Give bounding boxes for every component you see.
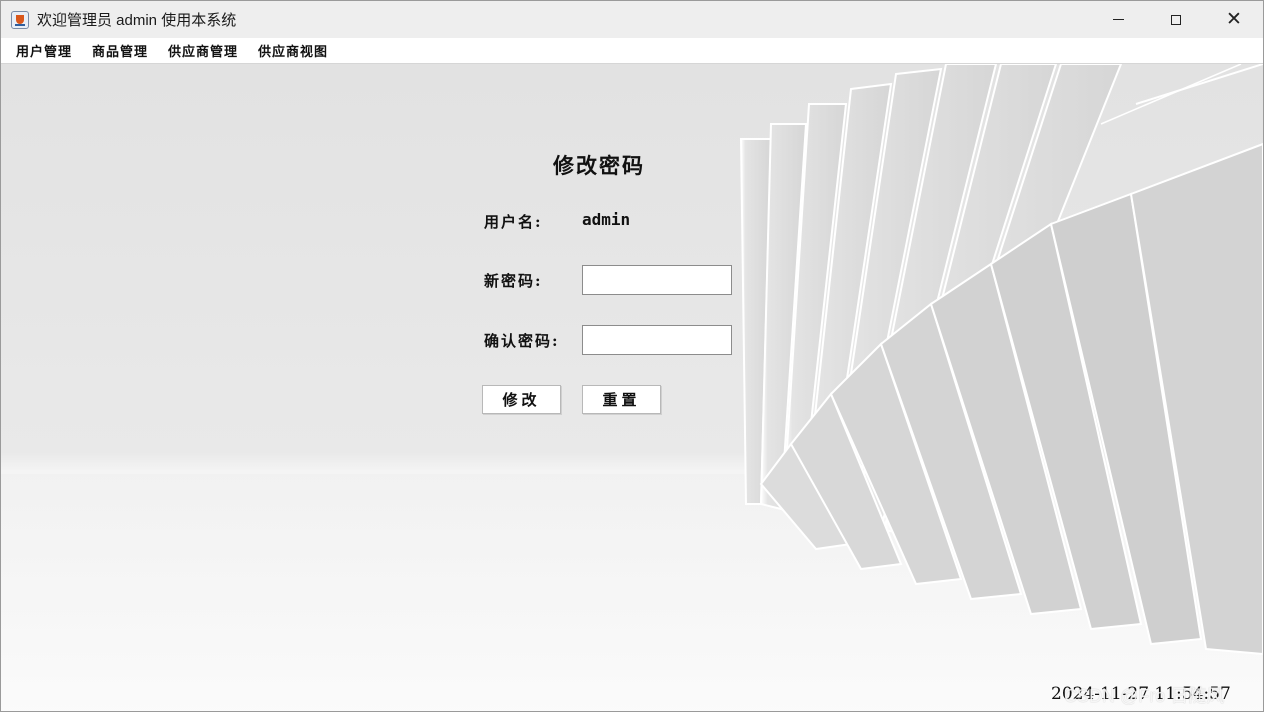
new-password-input[interactable] [582,265,732,295]
menu-bar: 用户管理 商品管理 供应商管理 供应商视图 [1,38,1263,64]
menu-product-management[interactable]: 商品管理 [92,41,148,60]
title-bar[interactable]: 欢迎管理员 admin 使用本系统 ✕ [1,1,1263,38]
csdn-watermark: CSDN @Fro 日随风 [1064,686,1225,706]
minimize-button[interactable] [1089,1,1147,38]
window-title: 欢迎管理员 admin 使用本系统 [37,12,237,29]
java-cup-icon [11,10,29,29]
confirm-password-input[interactable] [582,325,732,355]
confirm-password-label: 确认密码: [484,332,560,350]
new-password-label: 新密码: [484,272,543,290]
app-window: 欢迎管理员 admin 使用本系统 ✕ 用户管理 商品管理 供应商管理 供应商视… [0,0,1264,712]
username-label: 用户名: [484,213,543,231]
username-value: admin [582,210,631,229]
close-button[interactable]: ✕ [1205,1,1263,38]
menu-supplier-management[interactable]: 供应商管理 [168,41,238,60]
minimize-icon [1112,19,1124,20]
content-panel: 修改密码 用户名: admin 新密码: 确认密码: 修改 重置 2024-11… [1,64,1263,711]
form-title: 修改密码 [553,153,645,178]
modify-button[interactable]: 修改 [482,385,561,414]
close-icon: ✕ [1226,8,1242,30]
reset-button[interactable]: 重置 [582,385,661,414]
menu-supplier-view[interactable]: 供应商视图 [258,41,328,60]
menu-user-management[interactable]: 用户管理 [16,41,72,60]
maximize-button[interactable] [1147,1,1205,38]
maximize-icon [1171,14,1181,25]
